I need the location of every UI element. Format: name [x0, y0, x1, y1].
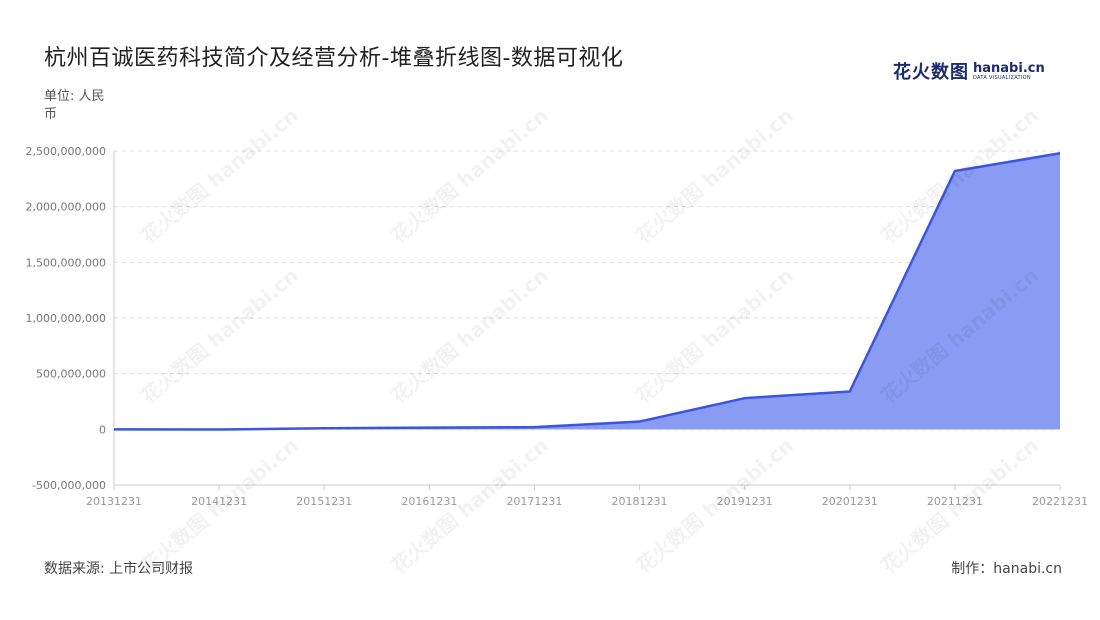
y-tick-label: -500,000,000: [32, 479, 106, 492]
y-tick-label: 500,000,000: [36, 368, 106, 381]
x-tick-label: 20161231: [401, 495, 457, 508]
x-tick-label: 20171231: [506, 495, 562, 508]
y-tick-label: 2,500,000,000: [26, 145, 106, 158]
x-tick-label: 20191231: [717, 495, 773, 508]
x-tick-label: 20221231: [1032, 495, 1088, 508]
y-tick-label: 1,000,000,000: [26, 312, 106, 325]
y-tick-label: 1,500,000,000: [26, 256, 106, 269]
x-tick-label: 20201231: [822, 495, 878, 508]
y-tick-label: 2,000,000,000: [26, 201, 106, 214]
y-tick-label: 0: [99, 423, 106, 436]
x-tick-label: 20131231: [86, 495, 142, 508]
x-tick-label: 20211231: [927, 495, 983, 508]
series-area: [114, 153, 1060, 430]
data-source: 数据来源: 上市公司财报: [44, 561, 194, 577]
x-tick-label: 20151231: [296, 495, 352, 508]
x-tick-label: 20141231: [191, 495, 247, 508]
maker-credit: 制作：hanabi.cn: [951, 561, 1062, 577]
x-tick-label: 20181231: [612, 495, 668, 508]
area-chart: -500,000,000 0 500,000,000 1,000,000,000 1,5…: [26, 145, 1088, 508]
